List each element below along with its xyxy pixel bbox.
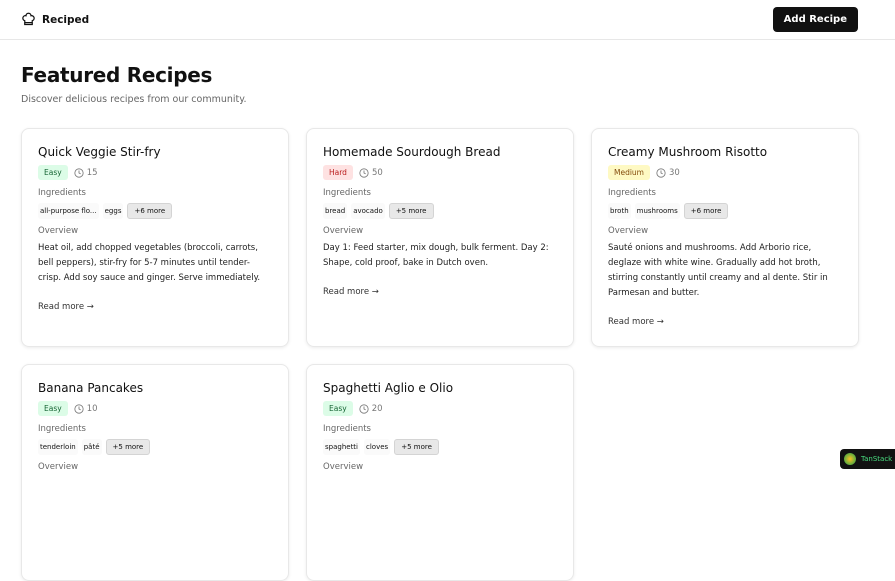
ingredient-tag: pâté bbox=[81, 439, 102, 455]
recipe-overview: Heat oil, add chopped vegetables (brocco… bbox=[38, 243, 261, 283]
recipe-overview: Day 1: Feed starter, mix dough, bulk fer… bbox=[323, 243, 549, 268]
clock-icon bbox=[656, 167, 666, 178]
ingredients-label: Ingredients bbox=[323, 188, 371, 198]
overview-label: Overview bbox=[323, 226, 364, 236]
recipe-title: Banana Pancakes bbox=[38, 381, 144, 395]
chef-hat-icon bbox=[22, 12, 35, 26]
recipe-overview: Sauté onions and mushrooms. Add Arborio … bbox=[608, 243, 828, 298]
read-more-link[interactable]: Read more → bbox=[38, 302, 94, 312]
recipe-title: Homemade Sourdough Bread bbox=[323, 145, 501, 159]
more-ingredients-button[interactable]: +5 more bbox=[394, 439, 439, 455]
ingredient-tag: tenderloin bbox=[38, 439, 78, 455]
difficulty-badge: Easy bbox=[38, 401, 68, 416]
recipe-card[interactable]: Spaghetti Aglio e Olio Easy 20 Ingredien… bbox=[306, 364, 574, 581]
recipe-card[interactable]: Quick Veggie Stir-fry Easy 15 Ingredient… bbox=[21, 128, 289, 347]
tanstack-logo-icon bbox=[844, 453, 856, 465]
cook-time: 30 bbox=[656, 168, 680, 178]
difficulty-badge: Hard bbox=[323, 165, 353, 180]
recipe-card[interactable]: Banana Pancakes Easy 10 Ingredients tend… bbox=[21, 364, 289, 581]
cook-time: 50 bbox=[359, 168, 383, 178]
more-ingredients-button[interactable]: +6 more bbox=[683, 203, 729, 219]
cook-time: 20 bbox=[359, 404, 383, 414]
time-value: 10 bbox=[86, 403, 98, 414]
recipe-card[interactable]: Homemade Sourdough Bread Hard 50 Ingredi… bbox=[306, 128, 574, 347]
add-recipe-button[interactable]: Add Recipe bbox=[772, 7, 858, 32]
overview-label: Overview bbox=[608, 226, 649, 236]
more-ingredients-button[interactable]: +6 more bbox=[127, 203, 173, 219]
ingredient-tag: avocado bbox=[351, 203, 385, 219]
brand-logo[interactable]: Reciped bbox=[21, 12, 89, 27]
page-title: Featured Recipes bbox=[21, 63, 213, 87]
overview-label: Overview bbox=[38, 226, 79, 236]
recipe-title: Spaghetti Aglio e Olio bbox=[323, 381, 454, 395]
cook-time: 10 bbox=[74, 404, 98, 414]
time-value: 15 bbox=[86, 167, 98, 178]
ingredients-label: Ingredients bbox=[38, 188, 86, 198]
devtools-label: TanStack bbox=[861, 455, 893, 463]
clock-icon bbox=[74, 403, 84, 414]
recipe-title: Creamy Mushroom Risotto bbox=[608, 145, 768, 159]
ingredients-label: Ingredients bbox=[38, 424, 86, 434]
read-more-link[interactable]: Read more → bbox=[608, 317, 664, 327]
ingredient-tag: bread bbox=[323, 203, 348, 219]
app-header: Reciped Add Recipe bbox=[0, 0, 895, 40]
ingredient-tag: broth bbox=[608, 203, 631, 219]
cook-time: 15 bbox=[74, 168, 98, 178]
ingredient-tag: spaghetti bbox=[323, 439, 361, 455]
difficulty-badge: Easy bbox=[38, 165, 68, 180]
brand-name: Reciped bbox=[42, 13, 90, 26]
page-subtitle: Discover delicious recipes from our comm… bbox=[21, 94, 247, 105]
ingredients-label: Ingredients bbox=[608, 188, 656, 198]
recipe-grid: Quick Veggie Stir-fry Easy 15 Ingredient… bbox=[21, 128, 859, 581]
tanstack-devtools-button[interactable]: TanStack bbox=[840, 449, 895, 469]
recipe-card[interactable]: Creamy Mushroom Risotto Medium 30 Ingred… bbox=[591, 128, 859, 347]
clock-icon bbox=[74, 167, 84, 178]
time-value: 20 bbox=[371, 403, 383, 414]
recipe-title: Quick Veggie Stir-fry bbox=[38, 145, 161, 159]
ingredient-tag: eggs bbox=[102, 203, 124, 219]
clock-icon bbox=[359, 403, 369, 414]
difficulty-badge: Easy bbox=[323, 401, 353, 416]
difficulty-badge: Medium bbox=[608, 165, 650, 180]
ingredient-tag: all-purpose flo... bbox=[38, 203, 99, 219]
read-more-link[interactable]: Read more → bbox=[323, 287, 379, 297]
time-value: 30 bbox=[669, 167, 680, 178]
time-value: 50 bbox=[371, 167, 383, 178]
ingredient-tag: mushrooms bbox=[634, 203, 680, 219]
ingredients-label: Ingredients bbox=[323, 424, 371, 434]
clock-icon bbox=[359, 167, 369, 178]
more-ingredients-button[interactable]: +5 more bbox=[388, 203, 434, 219]
more-ingredients-button[interactable]: +5 more bbox=[105, 439, 151, 455]
ingredient-tag: cloves bbox=[364, 439, 391, 455]
